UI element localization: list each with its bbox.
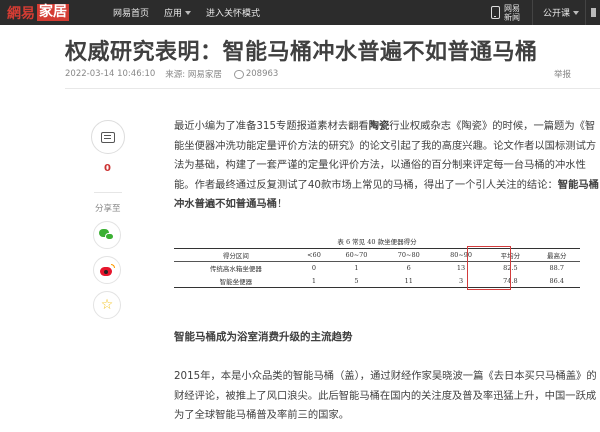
table-header-cell: 平均分 xyxy=(487,248,534,262)
comment-button[interactable] xyxy=(91,120,125,154)
table-header-cell: 80~90 xyxy=(434,248,488,262)
table-row: 智能坐便器 1 5 11 3 74.8 86.4 xyxy=(174,274,580,288)
report-link[interactable]: 举报 xyxy=(554,68,571,80)
publish-date: 2022-03-14 10:46:10 xyxy=(65,69,156,79)
chevron-down-icon xyxy=(573,10,579,15)
share-sidebar: 0 分享至 ☆ xyxy=(88,120,128,319)
article-title: 权威研究表明：智能马桶冲水普遍不如普通马桶 xyxy=(65,40,538,65)
nav-apps-label: 应用 xyxy=(164,9,183,19)
top-nav: 网易首页 应用 进入关怀模式 xyxy=(113,0,275,25)
comment-count[interactable]: 0 xyxy=(104,163,111,174)
view-count: 208963 xyxy=(245,69,279,79)
table-cell: 11 xyxy=(382,274,435,288)
more-menu-glyph xyxy=(590,8,596,17)
nav-care-mode-label: 进入关怀模式 xyxy=(206,9,261,19)
topbar-right-links: 网易新闻 公开课 xyxy=(490,0,600,25)
table-header-row: 得分区间 <60 60~70 70~80 80~90 平均分 最高分 xyxy=(174,248,580,262)
chevron-down-icon xyxy=(185,10,192,15)
table-cell: 5 xyxy=(330,274,383,288)
wechat-icon xyxy=(99,229,115,241)
paragraph-1-bold-link[interactable]: 陶瓷 xyxy=(369,120,390,132)
table-cell: 传统高水箱坐便器 xyxy=(209,265,262,274)
table-cell: 13 xyxy=(456,264,466,273)
open-course-link[interactable]: 公开课 xyxy=(543,6,579,19)
paragraph-1-text: ！ xyxy=(276,198,288,210)
paragraph-1-text: 最近小编为了准备315专题报道素材去翻看 xyxy=(174,120,369,132)
subtitle-text: 消费升级的主流趋势 xyxy=(258,331,353,343)
table-header-cell: 60~70 xyxy=(330,248,383,262)
mobile-phone-icon xyxy=(490,6,500,19)
weibo-icon xyxy=(99,264,115,276)
table-header-cell: 70~80 xyxy=(382,248,435,262)
article-paragraph-2: 2015年，本是小众品类的智能马桶（盖），通过财经作家吴晓波一篇《去日本买只马桶… xyxy=(174,370,597,421)
share-weibo-button[interactable] xyxy=(93,256,121,284)
nav-netease-home-label: 网易首页 xyxy=(113,9,150,19)
logo-main-text: 網易 xyxy=(7,5,35,22)
top-navigation-bar: 網易 家居 网易首页 应用 进入关怀模式 网易新闻 公开课 xyxy=(0,0,600,25)
table-cell: 1 xyxy=(354,264,359,273)
nav-care-mode[interactable]: 进入关怀模式 xyxy=(206,6,260,19)
topbar-divider xyxy=(531,0,533,25)
section-subtitle: 智能马桶成为浴室消费升级的主流趋势 xyxy=(174,329,353,344)
table-header-cell: 得分区间 xyxy=(174,248,298,262)
table-cell: 74.8 xyxy=(487,274,534,288)
table-cell: 1 xyxy=(297,274,331,288)
sidebar-divider xyxy=(94,192,122,193)
article-meta: 2022-03-14 10:46:10 来源: 网易家居 208963 xyxy=(65,68,278,80)
score-table-image: 表 6 常见 40 款坐便器得分 得分区间 <60 60~70 70~80 80… xyxy=(174,236,580,290)
header-divider xyxy=(65,88,600,89)
table-cell: 86.4 xyxy=(533,274,580,288)
table-cell: 82.5 xyxy=(503,264,518,273)
article-paragraph-1: 最近小编为了准备315专题报道素材去翻看陶瓷行业权威杂志《陶瓷》的时候，一篇题为… xyxy=(174,117,600,215)
netease-home-logo[interactable]: 網易 家居 xyxy=(7,3,69,22)
subtitle-keyword-link[interactable]: 浴室 xyxy=(237,331,258,343)
table-row: 传统高水箱坐便器 0 1 6 13 82.5 88.7 xyxy=(174,262,580,275)
star-icon: ☆ xyxy=(100,297,114,313)
subtitle-text: 智能马桶成为 xyxy=(174,331,237,343)
table-cell: 88.7 xyxy=(549,264,565,273)
view-count-icon xyxy=(233,69,244,79)
logo-sub-text: 家居 xyxy=(37,4,69,21)
netease-news-app-link[interactable]: 网易新闻 xyxy=(504,4,522,22)
favorite-button[interactable]: ☆ xyxy=(93,291,121,319)
table-cell: 智能坐便器 xyxy=(174,274,298,288)
share-wechat-button[interactable] xyxy=(93,221,121,249)
table-cell: 6 xyxy=(406,264,411,273)
open-course-label: 公开课 xyxy=(542,9,570,19)
table-cell: 3 xyxy=(434,274,488,288)
score-table: 得分区间 <60 60~70 70~80 80~90 平均分 最高分 传统高水箱… xyxy=(174,248,580,288)
nav-netease-home[interactable]: 网易首页 xyxy=(113,6,149,19)
comment-icon xyxy=(101,131,115,143)
more-menu-icon[interactable] xyxy=(586,0,600,25)
table-cell: 0 xyxy=(311,264,317,273)
share-label: 分享至 xyxy=(95,204,121,214)
article-source: 来源: 网易家居 xyxy=(165,70,222,80)
table-caption: 表 6 常见 40 款坐便器得分 xyxy=(337,238,417,246)
table-header-cell: 最高分 xyxy=(533,248,580,262)
table-header-cell: <60 xyxy=(297,248,331,262)
nav-apps[interactable]: 应用 xyxy=(164,6,192,19)
